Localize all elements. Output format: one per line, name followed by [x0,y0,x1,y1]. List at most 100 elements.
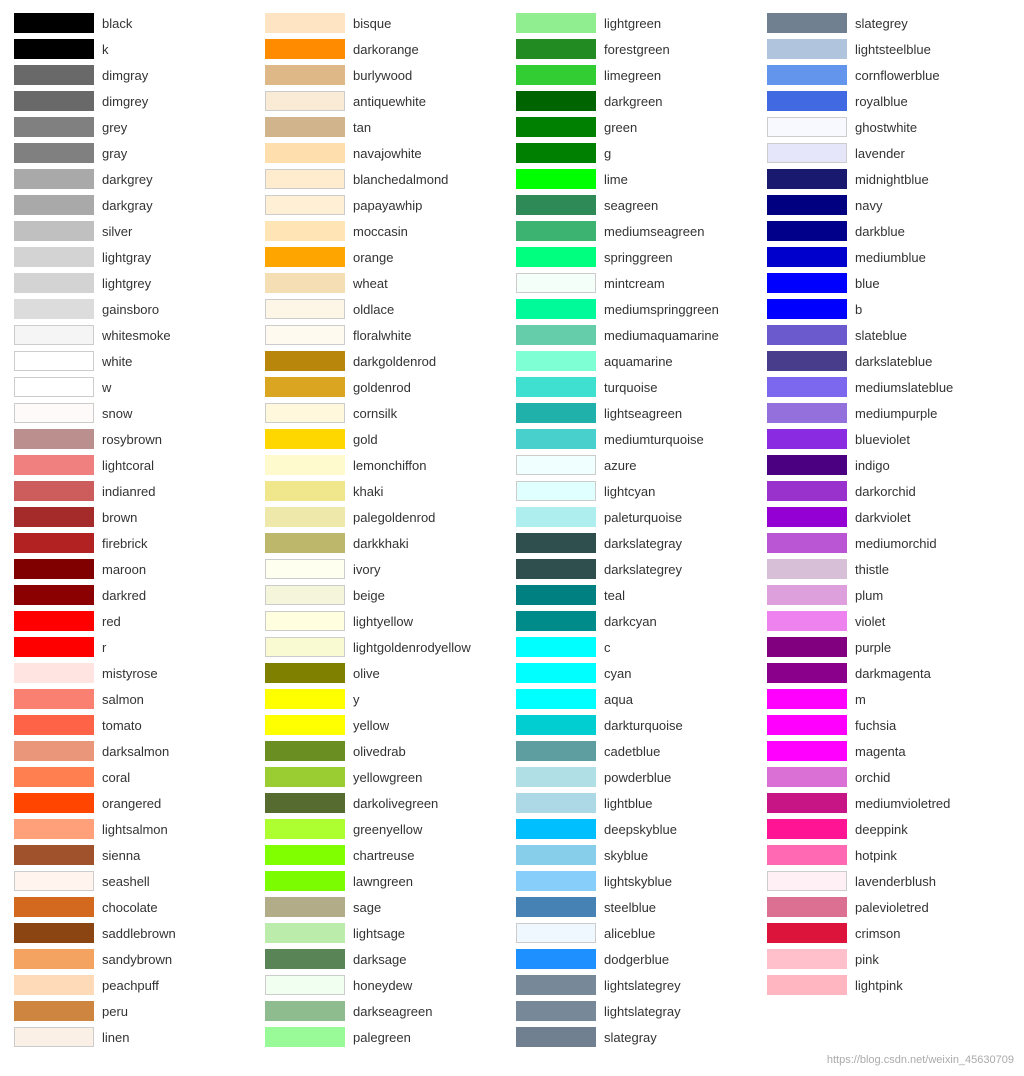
color-name-label: deepskyblue [604,822,677,837]
color-name-label: darkseagreen [353,1004,433,1019]
color-name-label: lightyellow [353,614,413,629]
color-name-label: darkslategray [604,536,682,551]
color-name-label: greenyellow [353,822,422,837]
color-name-label: mediumturquoise [604,432,704,447]
color-swatch [265,195,345,215]
color-name-label: lightseagreen [604,406,682,421]
color-swatch [265,793,345,813]
color-swatch [516,143,596,163]
color-swatch [767,65,847,85]
color-item: mediumseagreen [512,218,763,244]
color-item: pink [763,946,1014,972]
color-item: lavender [763,140,1014,166]
color-item: darkseagreen [261,998,512,1024]
color-name-label: blueviolet [855,432,910,447]
color-name-label: silver [102,224,132,239]
color-item: papayawhip [261,192,512,218]
color-name-label: indianred [102,484,156,499]
color-item: lightgrey [10,270,261,296]
color-swatch [14,585,94,605]
color-swatch [516,559,596,579]
color-swatch [767,299,847,319]
color-name-label: moccasin [353,224,408,239]
color-name-label: springgreen [604,250,673,265]
color-name-label: yellowgreen [353,770,422,785]
color-item: mintcream [512,270,763,296]
color-swatch [265,767,345,787]
color-swatch [265,871,345,891]
color-name-label: darkred [102,588,146,603]
color-item: ivory [261,556,512,582]
color-item: saddlebrown [10,920,261,946]
color-name-label: lightsalmon [102,822,168,837]
color-swatch [516,169,596,189]
color-swatch [14,39,94,59]
color-name-label: lavenderblush [855,874,936,889]
color-name-label: forestgreen [604,42,670,57]
color-name-label: lemonchiffon [353,458,426,473]
color-swatch [767,897,847,917]
color-item: greenyellow [261,816,512,842]
color-item: aquamarine [512,348,763,374]
color-item: plum [763,582,1014,608]
color-swatch [265,429,345,449]
color-item: navy [763,192,1014,218]
color-swatch [516,585,596,605]
color-name-label: dodgerblue [604,952,669,967]
color-swatch [265,221,345,241]
color-swatch [516,533,596,553]
color-item: slategrey [763,10,1014,36]
color-swatch [767,533,847,553]
color-name-label: tomato [102,718,142,733]
color-swatch [516,793,596,813]
color-swatch [14,195,94,215]
color-swatch [516,923,596,943]
color-name-label: oldlace [353,302,394,317]
color-item: black [10,10,261,36]
color-name-label: indigo [855,458,890,473]
color-item: lightyellow [261,608,512,634]
color-swatch [516,949,596,969]
color-name-label: lightgray [102,250,151,265]
color-swatch [265,143,345,163]
color-item: steelblue [512,894,763,920]
color-name-label: darkgray [102,198,153,213]
color-item: lightsalmon [10,816,261,842]
color-name-label: darkgrey [102,172,153,187]
color-name-label: slategrey [855,16,908,31]
color-swatch [14,663,94,683]
color-swatch [265,481,345,501]
color-name-label: olive [353,666,380,681]
color-item: olivedrab [261,738,512,764]
color-swatch [14,299,94,319]
color-name-label: lightslategrey [604,978,681,993]
color-swatch [516,117,596,137]
color-swatch [767,429,847,449]
color-item: moccasin [261,218,512,244]
color-swatch [265,247,345,267]
color-name-label: darkcyan [604,614,657,629]
color-name-label: cyan [604,666,631,681]
color-name-label: snow [102,406,132,421]
color-item: lightgoldenrodyellow [261,634,512,660]
color-swatch [767,481,847,501]
color-item: r [10,634,261,660]
color-swatch [265,169,345,189]
color-swatch [516,13,596,33]
color-swatch [516,1001,596,1021]
color-name-label: lightcoral [102,458,154,473]
color-swatch [516,247,596,267]
color-name-label: darkmagenta [855,666,931,681]
color-name-label: mediumvioletred [855,796,950,811]
color-item: b [763,296,1014,322]
color-item: blue [763,270,1014,296]
color-name-label: powderblue [604,770,671,785]
color-item: slateblue [763,322,1014,348]
color-name-label: honeydew [353,978,412,993]
color-swatch [767,845,847,865]
color-item: darkkhaki [261,530,512,556]
color-name-label: aqua [604,692,633,707]
color-swatch [265,923,345,943]
color-name-label: orchid [855,770,890,785]
color-item: salmon [10,686,261,712]
